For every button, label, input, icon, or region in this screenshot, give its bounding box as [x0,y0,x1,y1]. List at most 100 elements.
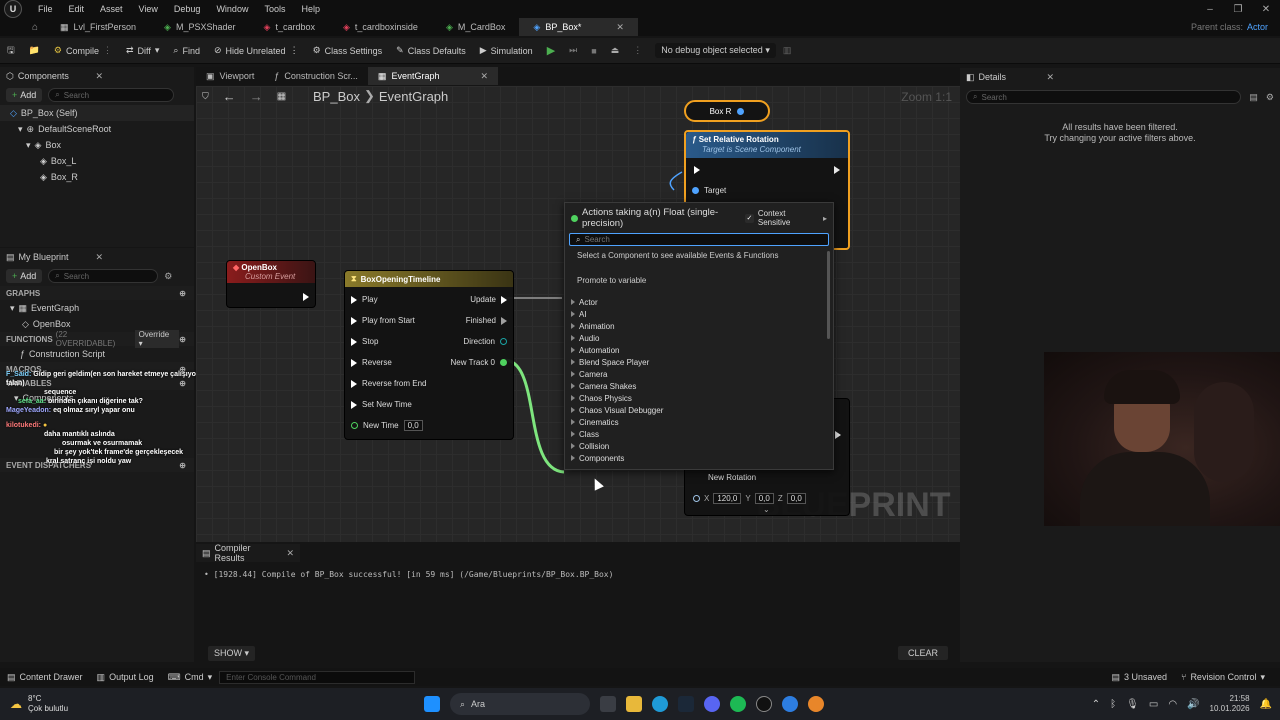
tab-t-cardbox[interactable]: ◈ t_cardbox [250,18,329,36]
pin-new-rotation[interactable]: New Rotation [691,467,756,488]
add-function-icon[interactable]: ⊕ [179,335,186,344]
exec-out-pin[interactable] [834,166,840,174]
close-window-icon[interactable]: ✕ [1252,4,1280,15]
tab-construction-script[interactable]: ƒ Construction Scr... [264,67,368,85]
category-item[interactable]: Chaos Physics [565,392,833,404]
unreal-logo-icon[interactable]: U [4,0,22,18]
play-icon[interactable]: ▶ [540,40,562,62]
step-icon[interactable]: ⏭ [562,40,584,62]
category-item[interactable]: Components [565,452,833,464]
more-icon[interactable]: ⋮ [626,40,649,62]
home-icon[interactable]: ⌂ [0,22,46,33]
exec-in-pin[interactable] [694,166,700,174]
menu-tools[interactable]: Tools [256,4,293,14]
collapse-icon[interactable]: ▾ [26,140,31,151]
details-search[interactable]: ⌕ Search [966,90,1242,104]
clear-button[interactable]: CLEAR [897,646,948,660]
add-member-button[interactable]: + Add [6,269,43,283]
menu-file[interactable]: File [30,4,61,14]
promote-to-variable-item[interactable]: Promote to variable [565,265,833,296]
tab-m-cardbox[interactable]: ◈ M_CardBox [432,18,519,36]
task-view-icon[interactable] [600,696,616,712]
windows-start-icon[interactable] [424,696,440,712]
class-defaults-button[interactable]: ✎ Class Defaults [389,40,473,62]
category-item[interactable]: Collision [565,440,833,452]
content-drawer-button[interactable]: ▤ Content Drawer [0,666,90,688]
steam-icon[interactable] [678,696,694,712]
pin-finished[interactable]: Finished [427,310,507,331]
tab-t-cardboxinside[interactable]: ◈ t_cardboxinside [329,18,432,36]
restore-icon[interactable]: ❐ [1224,4,1252,15]
edge-icon[interactable] [652,696,668,712]
clock[interactable]: 21:58 10.01.2026 [1210,694,1250,714]
close-icon[interactable]: ✕ [1046,72,1054,83]
tree-item-box-l[interactable]: ◈ Box_L [0,153,194,169]
close-icon[interactable]: ✕ [286,548,294,559]
browse-icon[interactable]: 📁 [22,40,47,62]
unreal-taskbar-icon[interactable] [756,696,772,712]
menu-edit[interactable]: Edit [61,4,93,14]
tab-eventgraph[interactable]: ▦ EventGraph ✕ [367,67,499,85]
node-box-r[interactable]: Box R [684,100,770,122]
menu-asset[interactable]: Asset [92,4,131,14]
components-search[interactable]: ⌕ Search [48,88,175,102]
close-tab-icon[interactable]: ✕ [616,22,624,33]
tab-viewport[interactable]: ▣ Viewport [196,67,264,85]
category-item[interactable]: Audio [565,332,833,344]
tree-item-box[interactable]: ▾ ◈ Box [0,137,194,153]
category-item[interactable]: Actor [565,296,833,308]
pin-stop[interactable]: Stop [351,331,431,352]
simulation-button[interactable]: ▶ Simulation [473,40,540,62]
action-search-input[interactable]: ⌕ Search [569,233,829,246]
volume-icon[interactable]: 🔊 [1187,699,1199,710]
section-graphs[interactable]: GRAPHS ⊕ [0,286,194,300]
new-time-input[interactable]: 0,0 [403,420,423,431]
category-item[interactable]: AI [565,308,833,320]
tree-item-defaultsceneroot[interactable]: ▾ ⊕ DefaultSceneRoot [0,121,194,137]
pin-reverse-from-end[interactable]: Reverse from End [351,373,431,394]
notification-icon[interactable]: 🔔 [1260,699,1272,710]
gear-icon[interactable]: ⚙ [164,271,172,282]
tray-chevron-icon[interactable]: ⌃ [1092,699,1100,710]
chevron-down-icon[interactable]: ⌄ [763,505,770,514]
gear-icon[interactable]: ⚙ [1266,92,1274,103]
checkbox-icon[interactable]: ✓ [745,213,754,223]
category-item[interactable]: Animation [565,320,833,332]
close-icon[interactable]: ✕ [95,71,103,82]
close-icon[interactable]: ✕ [95,252,103,263]
bluetooth-icon[interactable]: ᛒ [1110,699,1116,710]
output-log-button[interactable]: ▥ Output Log [90,666,161,688]
section-functions[interactable]: FUNCTIONS (22 OVERRIDABLE) Override ▾ ⊕ [0,330,194,348]
pin-direction[interactable]: Direction [427,331,507,352]
view-options-icon[interactable]: ▤ [1249,92,1258,103]
close-tab-icon[interactable]: ✕ [480,71,488,82]
category-item[interactable]: Camera [565,368,833,380]
rotation-z-input[interactable]: 0,0 [786,493,806,504]
category-item[interactable]: Automation [565,344,833,356]
menu-debug[interactable]: Debug [166,4,209,14]
category-item[interactable]: Camera Shakes [565,380,833,392]
find-button[interactable]: ⌕ Find [166,40,207,62]
category-item[interactable]: Cinematics [565,416,833,428]
node-timeline[interactable]: ⧗ BoxOpeningTimeline Play Play from Start… [344,270,514,440]
chevron-right-icon[interactable]: ▸ [823,214,827,223]
add-component-button[interactable]: + Add [6,88,43,102]
diff-button[interactable]: ⇄ Diff ▾ [119,40,166,62]
tree-item-construction-script[interactable]: ƒ Construction Script [0,346,194,362]
pin-new-track-0[interactable]: New Track 0 [427,352,507,373]
tab-lvl-firstperson[interactable]: ▦ Lvl_FirstPerson [46,18,150,36]
pin-set-new-time[interactable]: Set New Time [351,394,431,415]
minimize-icon[interactable]: – [1196,4,1224,15]
rotation-y-input[interactable]: 0,0 [754,493,774,504]
tab-bp-box[interactable]: ◈ BP_Box* ✕ [519,18,638,36]
revision-control-button[interactable]: ⑂ Revision Control ▾ [1174,666,1272,688]
pin-play-from-start[interactable]: Play from Start [351,310,431,331]
stop-icon[interactable]: ■ [584,40,603,62]
category-item[interactable]: Chaos Visual Debugger [565,404,833,416]
weather-widget[interactable]: ☁ 8°C Çok bulutlu [0,694,200,714]
blender-icon[interactable] [808,696,824,712]
menu-view[interactable]: View [131,4,166,14]
parent-class-value[interactable]: Actor [1247,22,1268,32]
category-item[interactable]: Blend Space Player [565,356,833,368]
debug-object-select[interactable]: No debug object selected ▾ [655,43,776,58]
